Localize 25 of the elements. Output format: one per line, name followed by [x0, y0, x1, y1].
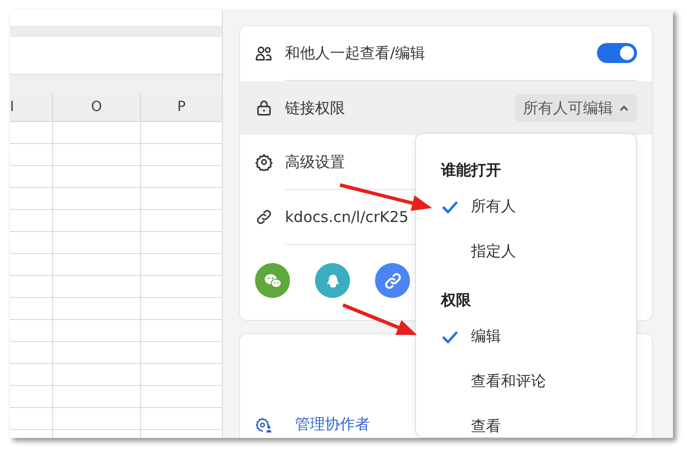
collaborate-label: 和他人一起查看/编辑	[285, 44, 426, 62]
column-header[interactable]: I	[10, 93, 53, 121]
column-header[interactable]: O	[53, 93, 141, 121]
menu-section-title: 谁能打开	[440, 160, 502, 180]
share-link-button[interactable]	[375, 263, 410, 298]
people-icon	[255, 44, 273, 62]
settings-icon	[255, 153, 273, 171]
menu-option[interactable]: 查看	[416, 404, 636, 437]
manage-collaborators-link[interactable]: 管理协作者	[295, 415, 370, 434]
column-header[interactable]: P	[141, 93, 222, 121]
lock-icon	[255, 99, 273, 117]
share-wechat-button[interactable]	[255, 263, 290, 298]
menu-option[interactable]: 所有人	[416, 184, 636, 229]
menu-option[interactable]: 指定人	[416, 229, 636, 274]
settings-person-icon	[255, 416, 273, 434]
share-link[interactable]: kdocs.cn/l/crK25	[285, 208, 409, 226]
menu-option[interactable]: 编辑	[416, 314, 636, 359]
toggle-switch[interactable]	[597, 43, 637, 63]
link-icon	[255, 208, 273, 226]
menu-section-title: 权限	[440, 290, 472, 310]
permission-dropdown[interactable]: 所有人可编辑	[515, 94, 637, 122]
share-qq-button[interactable]	[315, 263, 350, 298]
link-permission-label: 链接权限	[285, 98, 346, 118]
menu-option[interactable]: 查看和评论	[416, 359, 636, 404]
caret-icon	[619, 104, 629, 112]
